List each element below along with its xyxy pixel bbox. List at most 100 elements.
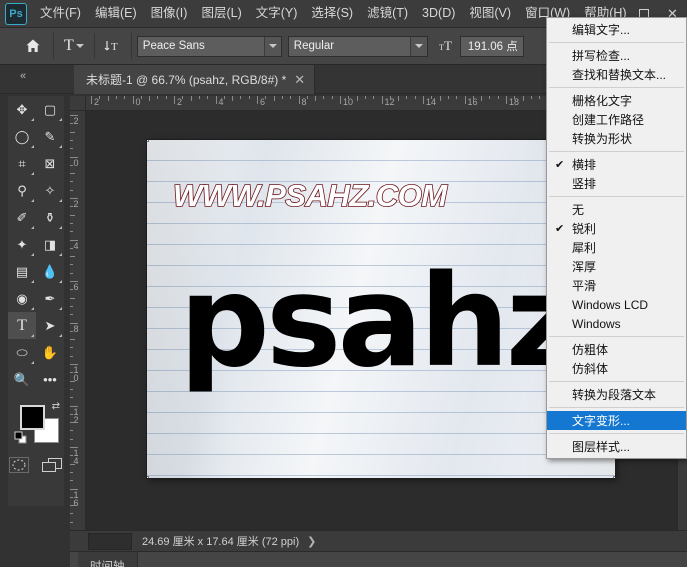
menu-antialias-windows[interactable]: Windows bbox=[547, 314, 686, 333]
menu-faux-italic[interactable]: 仿斜体 bbox=[547, 359, 686, 378]
menu-select[interactable]: 选择(S) bbox=[304, 3, 360, 25]
menu-3d[interactable]: 3D(D) bbox=[415, 3, 462, 25]
menu-find-replace[interactable]: 查找和替换文本... bbox=[547, 65, 686, 84]
document-canvas[interactable]: WWW.PSAHZ.COM psahz bbox=[147, 140, 615, 478]
zoom-level-input[interactable] bbox=[88, 532, 132, 550]
ruler-minor-tick bbox=[70, 189, 73, 191]
default-colors-icon[interactable] bbox=[14, 431, 27, 449]
resize-grip[interactable] bbox=[70, 531, 82, 552]
menu-layer[interactable]: 图层(L) bbox=[194, 3, 248, 25]
hand-tool[interactable]: ✋ bbox=[36, 339, 64, 366]
menu-item-label: 文字变形... bbox=[572, 414, 631, 428]
menu-antialias-windows-lcd[interactable]: Windows LCD bbox=[547, 295, 686, 314]
menu-faux-bold[interactable]: 仿粗体 bbox=[547, 340, 686, 359]
tool-preset-picker[interactable]: T bbox=[59, 37, 89, 55]
text-orientation-icon[interactable]: T bbox=[100, 33, 126, 59]
close-icon[interactable]: ✕ bbox=[294, 73, 305, 86]
history-brush-tool[interactable]: ✦ bbox=[8, 231, 36, 258]
menu-rasterize-type[interactable]: 栅格化文字 bbox=[547, 91, 686, 110]
quick-selection-tool[interactable]: ✎ bbox=[36, 123, 64, 150]
pen-tool[interactable]: ✒ bbox=[36, 285, 64, 312]
vertical-ruler[interactable]: 2024681012141618 bbox=[70, 111, 86, 530]
dodge-tool[interactable]: ◉ bbox=[8, 285, 36, 312]
chevron-down-icon[interactable] bbox=[409, 36, 427, 56]
menu-image[interactable]: 图像(I) bbox=[144, 3, 195, 25]
ruler-minor-tick bbox=[70, 513, 73, 515]
font-size-input[interactable]: 191.06 点 bbox=[459, 35, 524, 57]
gradient-tool[interactable]: ▤ bbox=[8, 258, 36, 285]
menu-antialias-smooth[interactable]: 平滑 bbox=[547, 276, 686, 295]
ruler-minor-tick bbox=[198, 96, 200, 99]
menu-layer-style[interactable]: 图层样式... bbox=[547, 437, 686, 456]
ruler-label: 4 bbox=[218, 97, 224, 107]
svg-text:T: T bbox=[111, 41, 118, 53]
menu-convert-to-paragraph-text[interactable]: 转换为段落文本 bbox=[547, 385, 686, 404]
menu-file[interactable]: 文件(F) bbox=[33, 3, 88, 25]
move-tool[interactable]: ✥ bbox=[8, 96, 36, 123]
collapse-panel-button[interactable]: « bbox=[8, 68, 36, 84]
quick-mask-icon[interactable] bbox=[9, 457, 29, 478]
menu-horizontal[interactable]: ✔ 横排 bbox=[547, 155, 686, 174]
foreground-color-swatch[interactable] bbox=[20, 405, 45, 430]
menu-antialias-crisp[interactable]: 犀利 bbox=[547, 238, 686, 257]
ruler-minor-tick bbox=[431, 96, 433, 99]
type-tool[interactable]: T bbox=[8, 312, 36, 339]
eraser-tool[interactable]: ◨ bbox=[36, 231, 64, 258]
tool-flyout-indicator bbox=[31, 145, 34, 148]
crop-tool[interactable]: ⌗ bbox=[8, 150, 36, 177]
selection-handle[interactable] bbox=[147, 140, 149, 142]
document-main-text[interactable]: psahz bbox=[179, 258, 580, 385]
menu-antialias-sharp[interactable]: ✔ 锐利 bbox=[547, 219, 686, 238]
menu-type[interactable]: 文字(Y) bbox=[249, 3, 305, 25]
ruler-minor-tick bbox=[414, 96, 416, 99]
quick-selection-tool-icon: ✎ bbox=[44, 129, 56, 144]
selection-handle[interactable] bbox=[147, 476, 149, 478]
menu-item-label: 图层样式... bbox=[572, 440, 631, 454]
chevron-down-icon[interactable] bbox=[263, 36, 281, 56]
path-selection-tool[interactable]: ➤ bbox=[36, 312, 64, 339]
home-icon[interactable] bbox=[18, 31, 48, 61]
zoom-tool[interactable]: 🔍 bbox=[8, 366, 36, 393]
font-style-select[interactable]: Regular bbox=[287, 35, 428, 57]
brush-tool[interactable]: ✐ bbox=[8, 204, 36, 231]
edit-toolbar-tool[interactable]: ••• bbox=[36, 366, 64, 393]
screen-mode-icon[interactable] bbox=[41, 457, 63, 478]
tab-timeline[interactable]: 时间轴 bbox=[78, 552, 138, 567]
hand-tool-icon: ✋ bbox=[41, 345, 59, 360]
menu-warp-text[interactable]: 文字变形... bbox=[547, 411, 686, 430]
menu-antialias-none[interactable]: 无 bbox=[547, 200, 686, 219]
clone-stamp-tool[interactable]: ⚱ bbox=[36, 204, 64, 231]
ruler-corner[interactable] bbox=[70, 96, 86, 111]
status-expand-icon[interactable]: ❯ bbox=[307, 535, 316, 548]
healing-brush-tool[interactable]: ✧ bbox=[36, 177, 64, 204]
ruler-minor-tick bbox=[306, 96, 308, 99]
menu-vertical[interactable]: 竖排 bbox=[547, 174, 686, 193]
ruler-minor-tick bbox=[70, 438, 73, 440]
menu-create-work-path[interactable]: 创建工作路径 bbox=[547, 110, 686, 129]
blur-tool[interactable]: 💧 bbox=[36, 258, 64, 285]
ellipse-shape-tool[interactable]: ⬭ bbox=[8, 339, 36, 366]
selection-handle[interactable] bbox=[613, 476, 615, 478]
menu-convert-to-shape[interactable]: 转换为形状 bbox=[547, 129, 686, 148]
swap-colors-icon[interactable]: ⇄ bbox=[52, 401, 60, 412]
brush-tool-icon: ✐ bbox=[16, 210, 28, 225]
menu-edit-text[interactable]: 编辑文字... bbox=[547, 20, 686, 39]
ruler-minor-tick bbox=[70, 231, 73, 233]
menu-antialias-strong[interactable]: 浑厚 bbox=[547, 257, 686, 276]
ruler-minor-tick bbox=[70, 471, 73, 473]
document-tab[interactable]: 未标题-1 @ 66.7% (psahz, RGB/8#) * ✕ bbox=[74, 65, 316, 94]
menu-edit[interactable]: 编辑(E) bbox=[88, 3, 144, 25]
eyedropper-tool[interactable]: ⚲ bbox=[8, 177, 36, 204]
menu-item-label: 仿粗体 bbox=[572, 343, 609, 357]
menu-filter[interactable]: 滤镜(T) bbox=[360, 3, 415, 25]
ruler-minor-tick bbox=[70, 181, 73, 183]
menu-view[interactable]: 视图(V) bbox=[462, 3, 518, 25]
frame-tool[interactable]: ⊠ bbox=[36, 150, 64, 177]
marquee-tool[interactable]: ▢ bbox=[36, 96, 64, 123]
menu-item-label: 竖排 bbox=[572, 177, 597, 191]
type-context-menu[interactable]: 编辑文字... 拼写检查... 查找和替换文本... 栅格化文字 创建工作路径 转换为形状… bbox=[546, 17, 687, 459]
tool-flyout-indicator bbox=[31, 334, 34, 337]
lasso-tool[interactable]: ◯ bbox=[8, 123, 36, 150]
font-family-select[interactable]: Peace Sans bbox=[136, 35, 282, 57]
menu-spell-check[interactable]: 拼写检查... bbox=[547, 46, 686, 65]
